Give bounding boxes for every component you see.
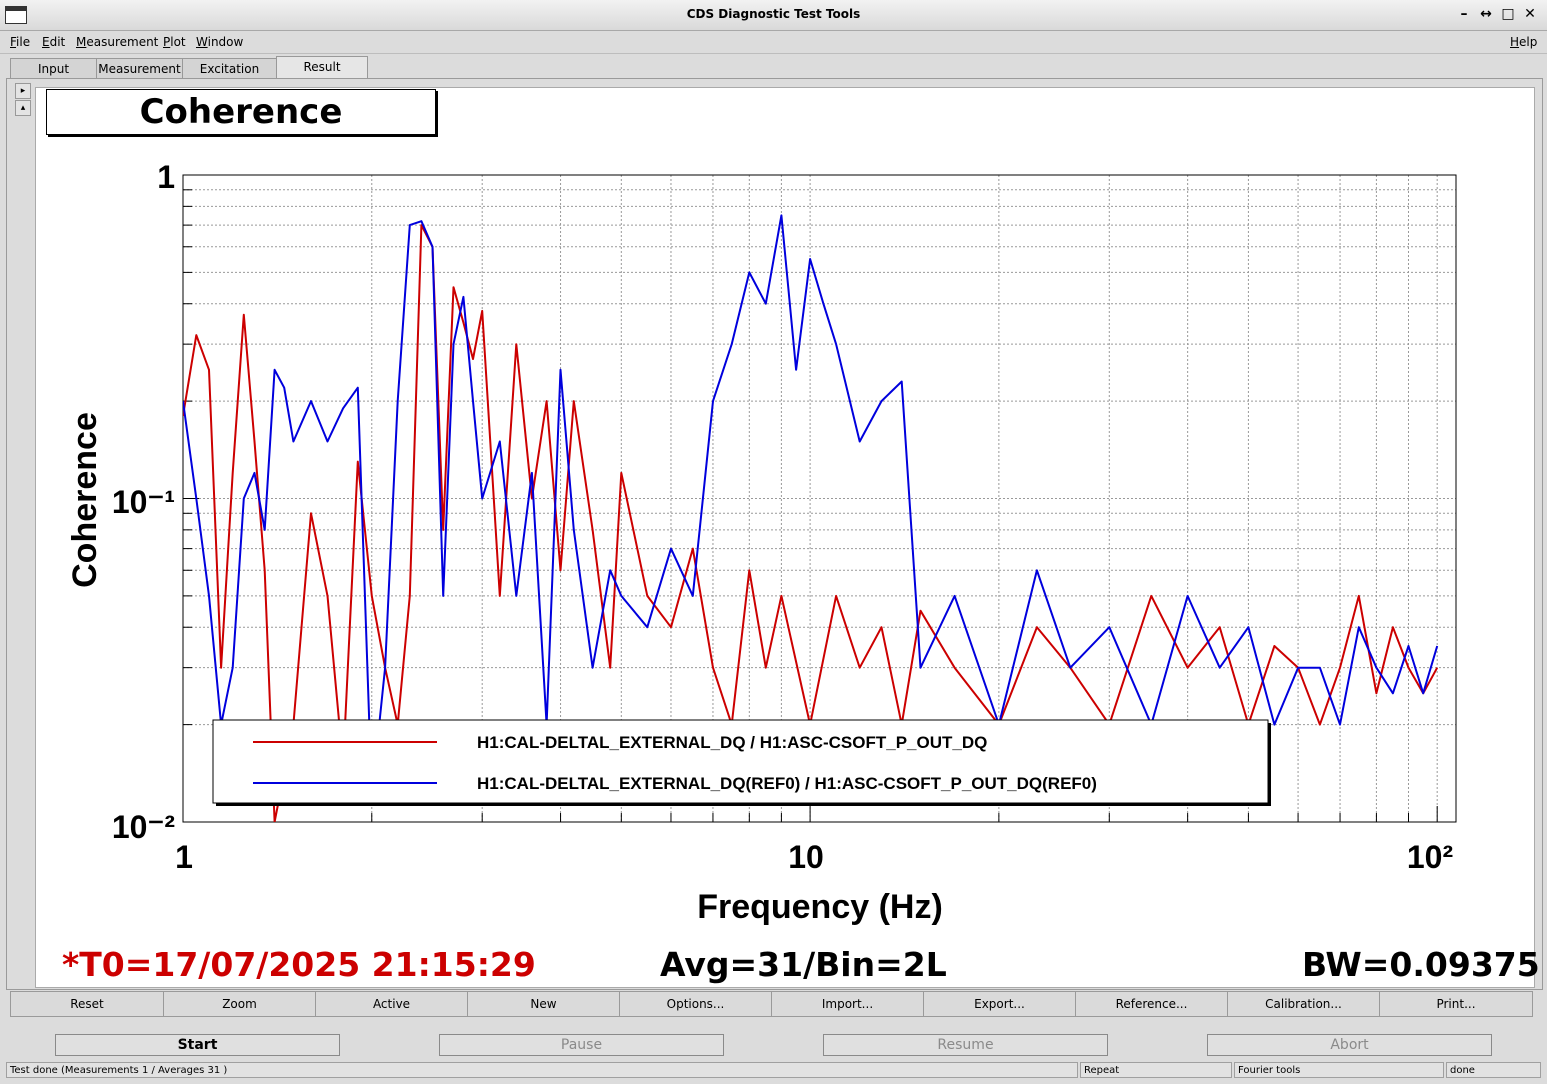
calibration-button[interactable]: Calibration... — [1227, 991, 1380, 1017]
x-tick-label-10: 10 — [788, 839, 824, 875]
plot-title: Coherence — [46, 89, 436, 135]
avg-bin-label: Avg=31/Bin=2L — [660, 945, 947, 984]
bandwidth-label: BW=0.09375 — [1302, 945, 1540, 984]
reset-button[interactable]: Reset — [10, 991, 164, 1017]
y-tick-label-10-1: 10⁻¹ — [112, 484, 175, 520]
start-button[interactable]: Start — [55, 1034, 340, 1056]
status-tool: Fourier tools — [1234, 1062, 1444, 1078]
new-button[interactable]: New — [467, 991, 620, 1017]
abort-button[interactable]: Abort — [1207, 1034, 1492, 1056]
print-button[interactable]: Print... — [1379, 991, 1533, 1017]
x-tick-label-100: 10² — [1407, 839, 1453, 875]
status-mode: Repeat — [1080, 1062, 1232, 1078]
status-state: done — [1446, 1062, 1541, 1078]
zoom-button[interactable]: Zoom — [163, 991, 316, 1017]
plot-action-bar: Reset Zoom Active New Options... Import.… — [10, 991, 1535, 1017]
series-line-blue — [183, 214, 1439, 798]
legend-label-red: H1:CAL-DELTAL_EXTERNAL_DQ / H1:ASC-CSOFT… — [477, 733, 987, 752]
active-button[interactable]: Active — [315, 991, 468, 1017]
resume-button[interactable]: Resume — [823, 1034, 1108, 1056]
x-tick-label-1: 1 — [175, 839, 193, 875]
import-button[interactable]: Import... — [771, 991, 924, 1017]
x-axis-label: Frequency (Hz) — [697, 888, 943, 926]
export-button[interactable]: Export... — [923, 991, 1076, 1017]
reference-button[interactable]: Reference... — [1075, 991, 1228, 1017]
y-axis-label: Coherence — [66, 412, 104, 588]
pause-button[interactable]: Pause — [439, 1034, 724, 1056]
y-tick-label-10-2: 10⁻² — [112, 809, 175, 845]
t0-label: *T0=17/07/2025 21:15:29 — [62, 945, 536, 984]
legend-label-blue: H1:CAL-DELTAL_EXTERNAL_DQ(REF0) / H1:ASC… — [477, 774, 1097, 793]
status-message: Test done (Measurements 1 / Averages 31 … — [6, 1062, 1078, 1078]
coherence-chart[interactable]: 1 10⁻¹ 10⁻² 1 10 10² Frequency (Hz) Cohe… — [0, 0, 1547, 1084]
chart-legend: H1:CAL-DELTAL_EXTERNAL_DQ / H1:ASC-CSOFT… — [212, 719, 1271, 806]
options-button[interactable]: Options... — [619, 991, 772, 1017]
y-tick-label-1: 1 — [157, 159, 175, 195]
